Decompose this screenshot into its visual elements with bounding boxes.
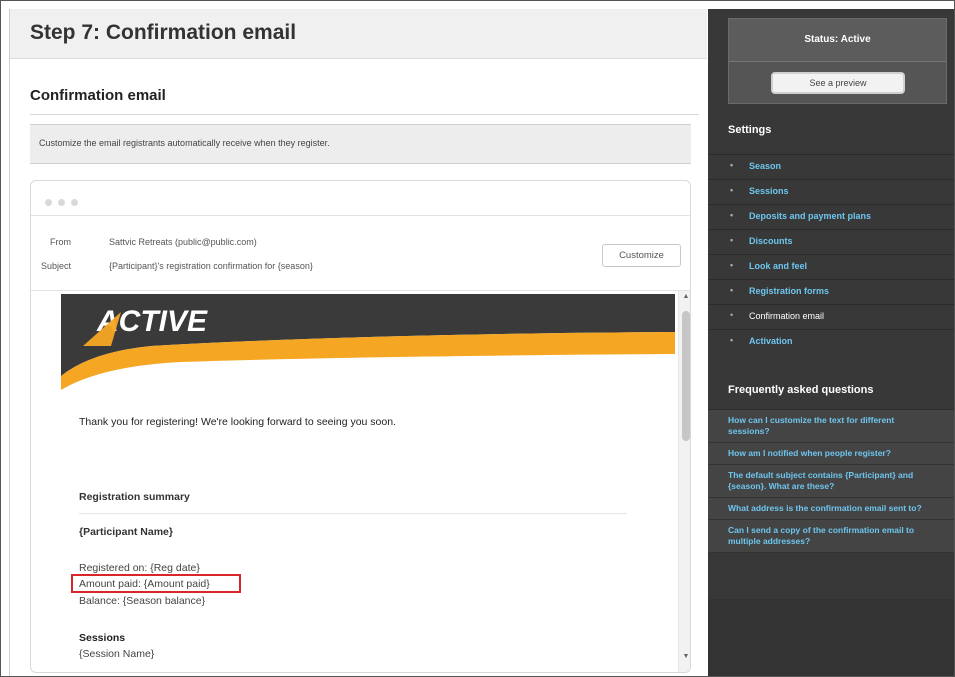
settings-list: • Season • Sessions • Deposits and payment pl… <box>708 154 954 354</box>
subject-label: Subject <box>40 261 71 271</box>
scroll-down-icon[interactable]: ▼ <box>679 653 690 660</box>
email-preview-panel: From Sattvic Retreats (public@public.com… <box>30 180 691 673</box>
amount-paid-highlight <box>71 574 241 593</box>
registered-on: Registered on: {Reg date} <box>79 562 200 574</box>
sidebar: Status: Active See a preview Settings • S… <box>708 9 954 676</box>
see-preview-button[interactable]: See a preview <box>771 72 905 94</box>
sidebar-item-confirmation-email[interactable]: • Confirmation email <box>708 304 954 329</box>
bullet-icon: • <box>730 310 734 320</box>
from-label: From <box>50 237 71 247</box>
sidebar-item-sessions[interactable]: • Sessions <box>708 179 954 204</box>
scroll-thumb[interactable] <box>682 311 690 441</box>
faq-heading: Frequently asked questions <box>728 384 874 396</box>
active-banner: ACTIVE <box>61 294 675 394</box>
thanks-message: Thank you for registering! We're looking… <box>79 416 396 428</box>
sidebar-item-label: Look and feel <box>749 261 808 271</box>
status-badge: Status: Active <box>729 19 946 62</box>
section-title: Confirmation email <box>30 87 166 104</box>
participant-name: {Participant Name} <box>79 526 173 538</box>
bullet-icon: • <box>730 260 734 270</box>
customize-button[interactable]: Customize <box>602 244 681 267</box>
faq-link[interactable]: How can I customize the text for differe… <box>708 410 954 443</box>
divider <box>79 513 627 514</box>
bullet-icon: • <box>730 160 734 170</box>
faq-list: How can I customize the text for differe… <box>708 409 954 553</box>
window-dot-icon <box>58 199 65 206</box>
faq-link[interactable]: The default subject contains {Participan… <box>708 465 954 498</box>
bullet-icon: • <box>730 285 734 295</box>
divider <box>31 215 690 216</box>
sidebar-item-label: Registration forms <box>749 286 830 296</box>
status-box: Status: Active See a preview <box>728 18 947 104</box>
from-value: Sattvic Retreats (public@public.com) <box>109 237 257 247</box>
registration-summary-heading: Registration summary <box>79 491 190 503</box>
description-box: Customize the email registrants automati… <box>30 124 691 164</box>
window-dots <box>45 193 84 211</box>
sidebar-item-label: Deposits and payment plans <box>749 211 872 221</box>
divider <box>30 114 699 115</box>
email-scrollbar[interactable]: ▲ ▼ <box>678 291 690 672</box>
bullet-icon: • <box>730 235 734 245</box>
balance: Balance: {Season balance} <box>79 595 206 607</box>
session-name: {Session Name} <box>79 648 155 660</box>
sidebar-item-label: Season <box>749 161 782 171</box>
sidebar-footer <box>708 599 954 676</box>
bullet-icon: • <box>730 210 734 220</box>
faq-link[interactable]: How am I notified when people register? <box>708 443 954 465</box>
sidebar-item-look-and-feel[interactable]: • Look and feel <box>708 254 954 279</box>
sidebar-item-registration-forms[interactable]: • Registration forms <box>708 279 954 304</box>
main-content: Step 7: Confirmation email Confirmation … <box>9 9 707 676</box>
sidebar-item-label: Discounts <box>749 236 793 246</box>
sidebar-item-season[interactable]: • Season <box>708 154 954 179</box>
email-body: ACTIVE Thank you for registering! We're … <box>31 290 690 672</box>
bullet-icon: • <box>730 185 734 195</box>
sidebar-item-activation[interactable]: • Activation <box>708 329 954 354</box>
bullet-icon: • <box>730 335 734 345</box>
sidebar-item-deposits-and-payment-plans[interactable]: • Deposits and payment plans <box>708 204 954 229</box>
sidebar-item-label: Confirmation email <box>749 311 825 321</box>
sidebar-item-label: Sessions <box>749 186 789 196</box>
sessions-heading: Sessions <box>79 632 126 644</box>
subject-value: {Participant}'s registration confirmatio… <box>109 261 313 271</box>
faq-link[interactable]: Can I send a copy of the confirmation em… <box>708 520 954 553</box>
app-window: Step 7: Confirmation email Confirmation … <box>0 0 955 677</box>
faq-link[interactable]: What address is the confirmation email s… <box>708 498 954 520</box>
sidebar-item-discounts[interactable]: • Discounts <box>708 229 954 254</box>
sidebar-item-label: Activation <box>749 336 793 346</box>
window-dot-icon <box>45 199 52 206</box>
window-dot-icon <box>71 199 78 206</box>
page-title: Step 7: Confirmation email <box>30 21 297 44</box>
scroll-up-icon[interactable]: ▲ <box>679 293 690 300</box>
step-header: Step 7: Confirmation email <box>10 9 707 59</box>
settings-heading: Settings <box>728 124 772 136</box>
